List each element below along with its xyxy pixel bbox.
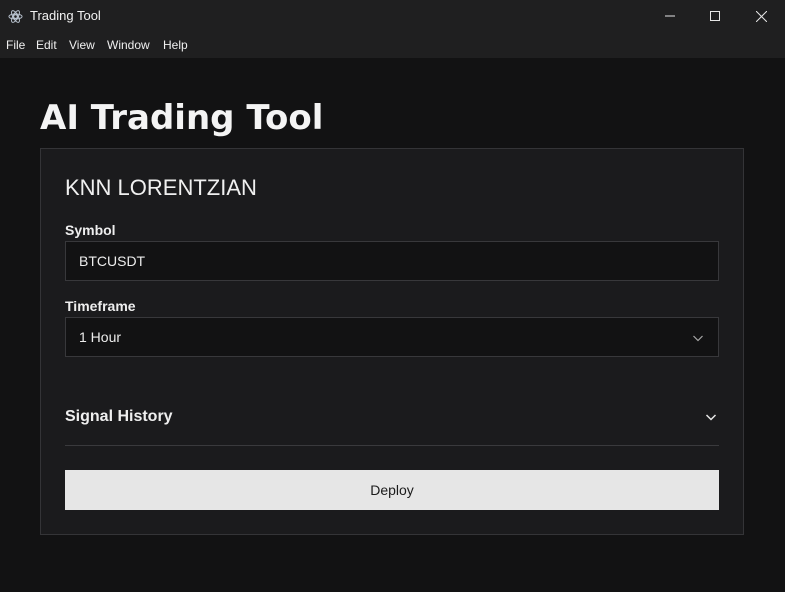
minimize-button[interactable] xyxy=(647,0,693,32)
maximize-button[interactable] xyxy=(692,0,738,32)
menu-view[interactable]: View xyxy=(69,38,95,52)
maximize-icon xyxy=(710,11,720,21)
timeframe-label: Timeframe xyxy=(65,298,136,314)
deploy-button[interactable]: Deploy xyxy=(65,470,719,510)
chevron-down-icon xyxy=(705,414,717,421)
timeframe-select[interactable]: 1 Hour xyxy=(65,317,719,357)
page-title: AI Trading Tool xyxy=(40,98,324,138)
symbol-value: BTCUSDT xyxy=(79,253,146,269)
close-icon xyxy=(755,10,767,22)
symbol-label: Symbol xyxy=(65,222,116,238)
minimize-icon xyxy=(665,15,675,17)
signal-history-label: Signal History xyxy=(65,408,173,425)
strategy-title: KNN LORENTZIAN xyxy=(65,175,257,200)
app-window: Trading Tool File Edit View Window Help … xyxy=(0,0,785,592)
app-logo-icon xyxy=(8,10,23,23)
close-button[interactable] xyxy=(738,0,784,32)
window-title: Trading Tool xyxy=(30,8,101,23)
title-bar: Trading Tool xyxy=(0,0,785,32)
menu-edit[interactable]: Edit xyxy=(36,38,57,52)
menu-file[interactable]: File xyxy=(6,38,25,52)
menu-window[interactable]: Window xyxy=(107,38,150,52)
chevron-down-icon xyxy=(693,335,703,342)
signal-history-accordion[interactable]: Signal History xyxy=(65,399,719,446)
menu-bar: File Edit View Window Help xyxy=(0,32,785,58)
timeframe-selected-value: 1 Hour xyxy=(79,329,122,345)
strategy-card: KNN LORENTZIAN Symbol BTCUSDT Timeframe … xyxy=(40,148,744,535)
symbol-input[interactable]: BTCUSDT xyxy=(65,241,719,281)
menu-help[interactable]: Help xyxy=(163,38,188,52)
